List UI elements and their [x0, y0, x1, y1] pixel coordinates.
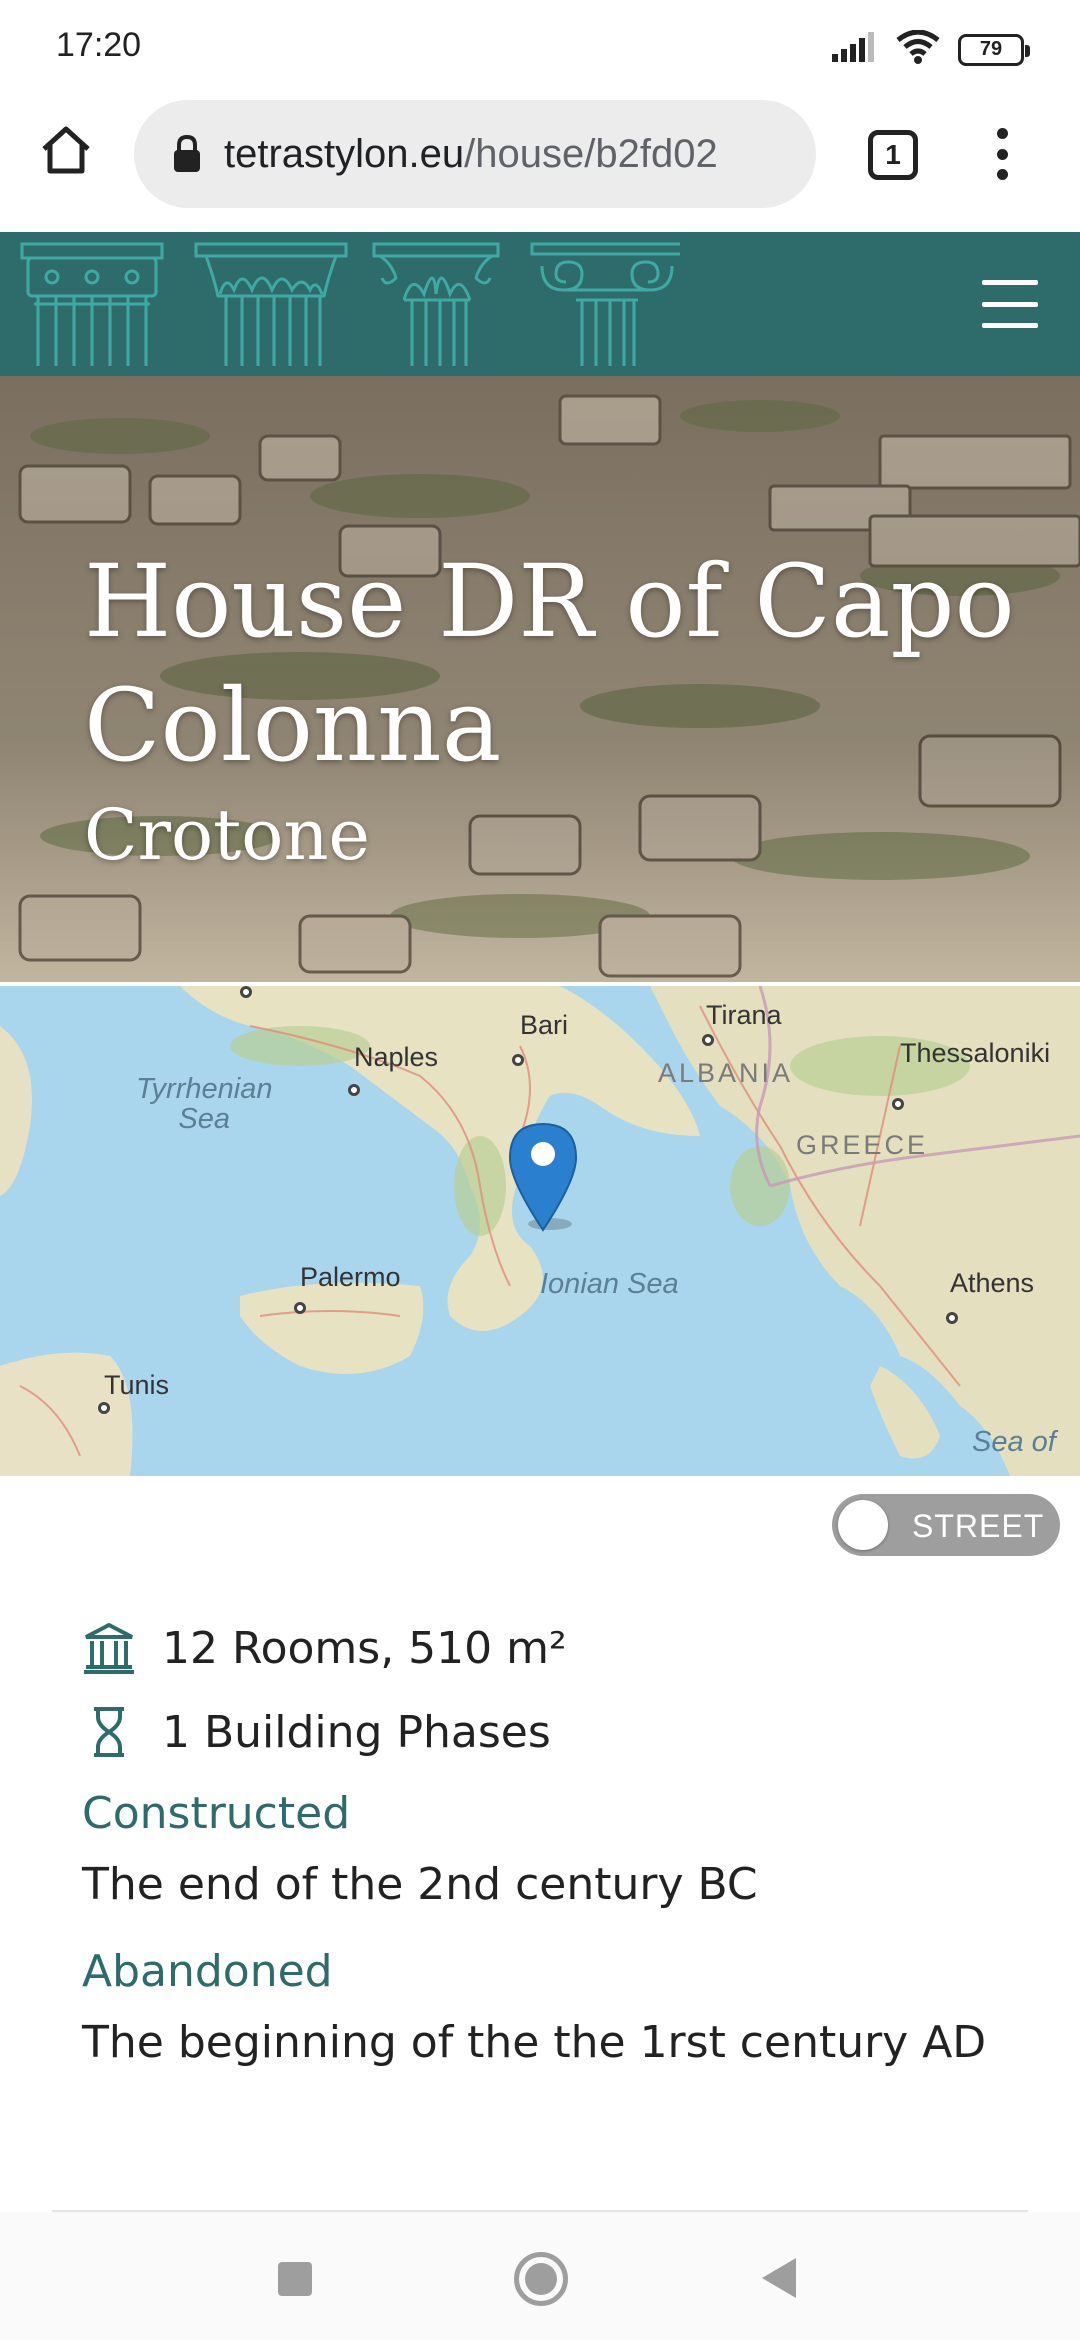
site-header [0, 232, 1080, 376]
tab-switcher-button[interactable]: 1 [868, 130, 918, 180]
wifi-icon [896, 29, 940, 69]
map-city-dot [946, 1312, 958, 1324]
recent-apps-icon[interactable] [278, 2262, 312, 2296]
composite-capital-icon [372, 242, 500, 366]
map-city-dot [98, 1402, 110, 1414]
rooms-row: 12 Rooms, 510 m² [82, 1620, 1042, 1676]
home-nav-icon[interactable] [514, 2252, 568, 2306]
map-label-albania: ALBANIA [658, 1058, 794, 1088]
page-title: House DR of Capo Colonna [84, 543, 1015, 784]
tab-count: 1 [885, 139, 901, 170]
phases-row: 1 Building Phases [82, 1704, 1042, 1760]
constructed-label: Constructed [82, 1788, 351, 1839]
map-label-naples: Naples [354, 1042, 439, 1072]
overflow-menu-dot [996, 128, 1008, 139]
home-icon [42, 126, 90, 174]
toggle-label: STREET [912, 1508, 1045, 1544]
status-bar: 17:20 79 [0, 0, 1080, 96]
address-bar[interactable]: tetrastylon.eu/house/b2fd02 [134, 100, 816, 208]
map-city-dot [512, 1054, 524, 1066]
museum-building-icon [82, 1621, 136, 1675]
battery-icon: 79 [958, 33, 1030, 66]
corinthian-capital-icon [194, 242, 348, 366]
browser-toolbar: tetrastylon.eu/house/b2fd02 1 [0, 96, 1080, 232]
map-label-sea-of: Sea of [972, 1426, 1056, 1458]
map-label-greece: GREECE [796, 1130, 929, 1160]
location-map[interactable]: Bari Tirana Naples Thessaloniki ALBANIA … [0, 986, 1080, 1476]
abandoned-value: The beginning of the the 1rst century AD [82, 2017, 987, 2068]
home-button[interactable] [36, 120, 96, 180]
url-domain: tetrastylon.eu [224, 131, 465, 176]
map-label-tyrrhenian: Tyrrhenian Sea [136, 1073, 273, 1135]
page-subtitle: Crotone [84, 794, 370, 876]
phases-text: 1 Building Phases [162, 1706, 551, 1758]
rooms-text: 12 Rooms, 510 m² [162, 1622, 567, 1674]
map-label-athens: Athens [950, 1268, 1035, 1298]
map-label-ionian: Ionian Sea [540, 1268, 679, 1300]
hero-banner: House DR of Capo Colonna Crotone [0, 376, 1080, 982]
system-nav-bar [0, 2212, 1080, 2340]
lock-icon [172, 134, 202, 174]
ionic-capital-icon [530, 242, 680, 366]
map-city-dot [240, 986, 252, 998]
site-logo[interactable] [20, 238, 680, 370]
location-pin-icon[interactable] [508, 1122, 578, 1232]
map-label-tunis: Tunis [104, 1370, 170, 1400]
hamburger-line [982, 280, 1038, 285]
back-icon[interactable] [762, 2258, 796, 2298]
overflow-menu-dot [996, 169, 1008, 180]
map-city-dot [348, 1084, 360, 1096]
street-view-toggle[interactable]: STREET [832, 1494, 1060, 1556]
map-label-bari: Bari [520, 1010, 569, 1040]
map-label-thessaloniki: Thessaloniki [900, 1038, 1051, 1068]
tuscan-capital-icon [20, 242, 164, 366]
hamburger-line [982, 323, 1038, 328]
signal-icon [832, 32, 878, 67]
home-nav-inner [525, 2263, 557, 2295]
overflow-menu-button[interactable] [980, 124, 1024, 184]
overflow-menu-dot [996, 148, 1008, 160]
url-path: /house/b2fd02 [464, 131, 718, 176]
status-icons: 79 [832, 29, 1030, 69]
url-text: tetrastylon.eu/house/b2fd02 [224, 132, 790, 177]
map-city-dot [294, 1302, 306, 1314]
abandoned-label: Abandoned [82, 1946, 333, 1997]
map-city-dot [702, 1034, 714, 1046]
battery-level: 79 [979, 38, 1003, 60]
hamburger-menu-icon[interactable] [982, 274, 1038, 334]
toggle-knob [838, 1500, 888, 1550]
status-time: 17:20 [56, 26, 142, 64]
map-label-tirana: Tirana [706, 1000, 782, 1030]
constructed-value: The end of the 2nd century BC [82, 1859, 758, 1910]
hamburger-line [982, 301, 1038, 307]
hourglass-icon [82, 1705, 136, 1759]
map-city-dot [892, 1098, 904, 1110]
map-label-palermo: Palermo [300, 1262, 401, 1292]
house-details: 12 Rooms, 510 m² 1 Building Phases Const… [82, 1620, 1042, 2104]
